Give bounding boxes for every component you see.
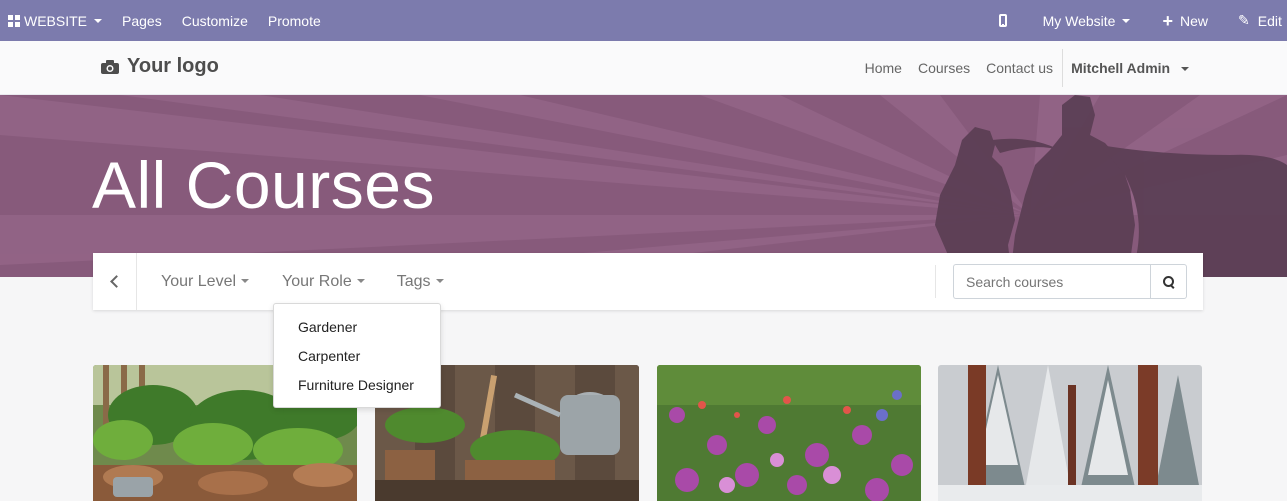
page-title: All Courses: [92, 148, 435, 222]
nav-home[interactable]: Home: [857, 60, 910, 76]
search-group: [953, 264, 1187, 299]
pages-menu[interactable]: Pages: [112, 0, 172, 41]
caret-down-icon: [435, 279, 444, 284]
customize-menu[interactable]: Customize: [172, 0, 258, 41]
promote-menu[interactable]: Promote: [258, 0, 331, 41]
mobile-phone-icon: [998, 14, 1007, 27]
site-nav: Home Courses Contact us Mitchell Admin: [857, 41, 1197, 95]
search-icon: [1162, 275, 1175, 288]
my-website-switcher[interactable]: My Website: [1025, 0, 1149, 41]
pencil-icon: ✎: [1238, 12, 1250, 28]
search-button[interactable]: [1150, 264, 1187, 299]
new-button[interactable]: + New: [1148, 0, 1222, 41]
search-divider: [935, 265, 936, 298]
camera-icon: [101, 59, 119, 74]
course-card-image[interactable]: [657, 365, 921, 501]
site-logo[interactable]: Your logo: [101, 55, 219, 78]
apps-grid-icon: [8, 14, 20, 27]
role-dropdown-menu: Gardener Carpenter Furniture Designer: [273, 303, 441, 408]
tags-filter-label: Tags: [396, 272, 431, 290]
course-card-image[interactable]: [938, 365, 1202, 501]
caret-down-icon: [1181, 67, 1189, 72]
edit-label: Edit: [1257, 12, 1282, 29]
nav-contact-us[interactable]: Contact us: [978, 60, 1061, 76]
new-label: New: [1179, 12, 1208, 29]
courses-banner: All Courses: [0, 95, 1287, 277]
caret-down-icon: [94, 18, 103, 23]
caret-down-icon: [356, 279, 365, 284]
role-option-carpenter[interactable]: Carpenter: [274, 342, 440, 371]
level-filter[interactable]: Your Level: [137, 272, 250, 291]
role-filter-label: Your Role: [282, 272, 352, 290]
caret-down-icon: [1122, 18, 1131, 23]
filter-bar: Your Level Your Role Tags: [93, 253, 1203, 310]
caret-down-icon: [241, 279, 250, 284]
snowy-forest-photo: [938, 365, 1202, 501]
website-menu-label: WEBSITE: [24, 12, 88, 29]
logo-text: Your logo: [127, 55, 219, 77]
edit-button[interactable]: ✎ Edit: [1222, 0, 1287, 41]
heroes-silhouette: [935, 95, 1287, 277]
plus-icon: +: [1162, 10, 1173, 31]
role-option-furniture-designer[interactable]: Furniture Designer: [274, 371, 440, 400]
back-button[interactable]: [93, 253, 137, 310]
site-header: Your logo Home Courses Contact us Mitche…: [0, 41, 1287, 95]
my-website-label: My Website: [1042, 12, 1116, 29]
flower-meadow-photo: [657, 365, 921, 501]
chevron-left-icon: [110, 275, 123, 288]
role-option-gardener[interactable]: Gardener: [274, 313, 440, 342]
level-filter-label: Your Level: [161, 272, 237, 290]
user-menu[interactable]: Mitchell Admin: [1063, 60, 1197, 76]
nav-courses[interactable]: Courses: [910, 60, 978, 76]
search-input[interactable]: [953, 264, 1150, 299]
website-menu-button[interactable]: WEBSITE: [0, 0, 112, 41]
mobile-preview-button[interactable]: [981, 0, 1025, 41]
role-filter[interactable]: Your Role: [249, 273, 365, 291]
tags-filter[interactable]: Tags: [365, 273, 444, 291]
user-name: Mitchell Admin: [1071, 60, 1171, 76]
admin-bar: WEBSITE Pages Customize Promote My Websi…: [0, 0, 1287, 41]
